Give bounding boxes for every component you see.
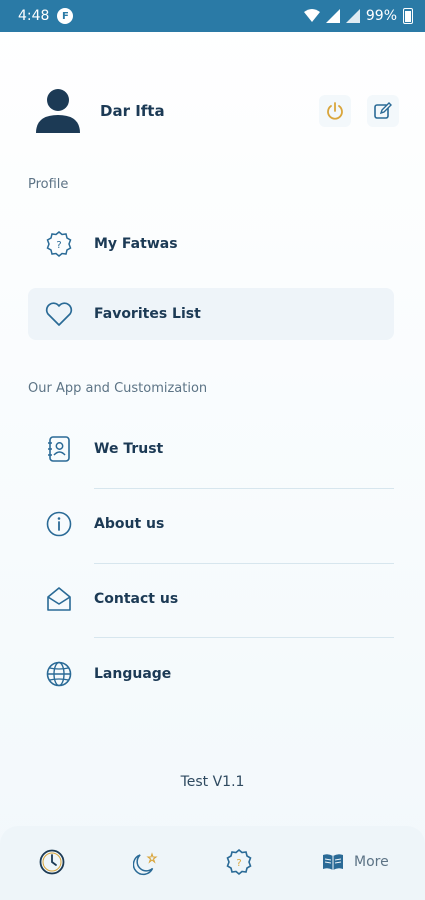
menu-item-contact-us[interactable]: Contact us	[28, 573, 394, 625]
nav-more-label: More	[354, 854, 389, 870]
power-icon	[327, 102, 343, 120]
status-bar: 4:48 F 99%	[0, 0, 425, 32]
menu-label-contact-us: Contact us	[94, 591, 179, 607]
info-icon	[44, 509, 74, 539]
wifi-icon	[303, 9, 320, 22]
status-time: 4:48	[18, 8, 50, 24]
question-badge-icon: ?	[44, 229, 74, 259]
battery-icon	[403, 8, 413, 24]
edit-profile-button[interactable]	[367, 95, 399, 127]
app-notification-icon: F	[57, 8, 74, 24]
logout-button[interactable]	[319, 95, 351, 127]
nav-ramadan[interactable]	[133, 846, 161, 878]
menu-item-about-us[interactable]: About us	[28, 498, 394, 550]
menu-label-we-trust: We Trust	[94, 441, 164, 457]
heart-icon	[44, 299, 74, 329]
menu-item-language[interactable]: Language	[28, 648, 394, 700]
menu-item-my-fatwas[interactable]: ? My Fatwas	[28, 218, 394, 270]
open-envelope-icon	[44, 584, 74, 614]
nav-fatwas[interactable]: ?	[225, 846, 253, 878]
menu-label-language: Language	[94, 666, 172, 682]
battery-percent: 99%	[365, 8, 397, 24]
signal-icon	[325, 9, 340, 23]
menu-item-favorites[interactable]: Favorites List	[28, 288, 394, 340]
edit-icon	[374, 102, 392, 119]
menu-label-about-us: About us	[94, 516, 165, 532]
divider	[94, 488, 394, 489]
signal-icon-2	[345, 9, 360, 23]
moon-star-icon	[133, 852, 158, 876]
svg-text:?: ?	[56, 240, 61, 251]
globe-icon	[44, 659, 74, 689]
section-label-app: Our App and Customization	[28, 381, 208, 396]
menu-label-favorites: Favorites List	[94, 306, 201, 322]
contact-book-icon	[44, 434, 74, 464]
clock-icon	[39, 849, 65, 875]
section-label-profile: Profile	[28, 177, 69, 192]
status-right: 99%	[303, 8, 413, 24]
divider	[94, 563, 394, 564]
question-badge-icon: ?	[226, 848, 252, 876]
user-name: Dar Ifta	[100, 102, 165, 120]
menu-item-we-trust[interactable]: We Trust	[28, 423, 394, 475]
divider	[94, 637, 394, 638]
svg-text:?: ?	[236, 858, 241, 869]
nav-more[interactable]: More	[322, 846, 389, 878]
nav-prayer-times[interactable]	[38, 846, 66, 878]
book-icon	[323, 854, 343, 870]
app-version: Test V1.1	[180, 774, 245, 790]
profile-header: Dar Ifta	[34, 86, 399, 136]
bottom-nav: ? More	[0, 826, 425, 900]
header-actions	[319, 95, 399, 127]
menu-label-my-fatwas: My Fatwas	[94, 236, 178, 252]
user-avatar-icon[interactable]	[34, 87, 82, 135]
